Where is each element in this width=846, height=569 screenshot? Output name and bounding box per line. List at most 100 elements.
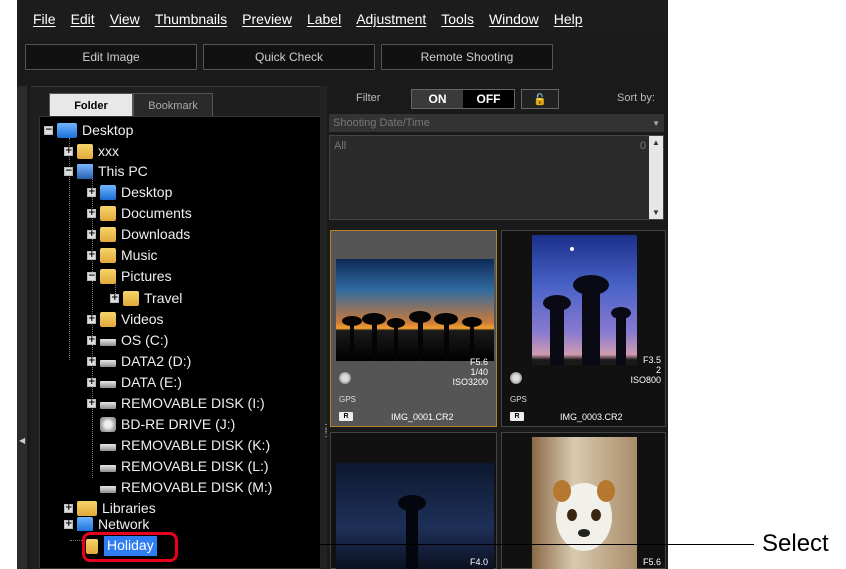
- tree-item-label: Pictures: [121, 268, 172, 284]
- filter-off-button[interactable]: OFF: [463, 90, 514, 108]
- aperture-value: F4.0: [469, 557, 488, 567]
- folder-icon: [100, 226, 116, 242]
- lock-icon: 🔓: [533, 93, 547, 106]
- expand-icon[interactable]: +: [64, 503, 73, 513]
- menu-file[interactable]: File: [33, 11, 56, 27]
- tree-item-label: DATA (E:): [121, 374, 182, 390]
- expand-icon[interactable]: +: [87, 356, 96, 366]
- thumbnail-night[interactable]: F4.0: [330, 432, 497, 569]
- menu-window[interactable]: Window: [489, 11, 539, 27]
- tree-item-label: Downloads: [121, 226, 191, 242]
- tree-item-desktop[interactable]: + Desktop: [87, 182, 172, 202]
- expand-icon[interactable]: +: [64, 519, 73, 529]
- list-item[interactable]: All 0: [334, 140, 646, 152]
- tree-item-removable-m[interactable]: REMOVABLE DISK (M:): [100, 477, 272, 497]
- aperture-value: F5.6: [642, 557, 661, 567]
- tree-item-label: Travel: [144, 290, 183, 306]
- menu-preview[interactable]: Preview: [242, 11, 292, 27]
- tree-item-bd-re[interactable]: BD-RE DRIVE (J:): [100, 414, 235, 434]
- left-collapse-handle[interactable]: ◀: [17, 86, 27, 569]
- expand-icon[interactable]: +: [64, 146, 73, 156]
- shooting-date-dropdown[interactable]: Shooting Date/Time ▼: [329, 114, 664, 132]
- scroll-down-icon: ▼: [652, 208, 660, 217]
- settings-wheel-icon: [339, 372, 351, 384]
- tree-item-this-pc[interactable]: − This PC: [64, 161, 148, 181]
- tree-item-data-e[interactable]: + DATA (E:): [87, 372, 182, 392]
- raw-badge: R: [339, 412, 353, 421]
- menu-edit[interactable]: Edit: [71, 11, 95, 27]
- quick-check-button[interactable]: Quick Check: [203, 44, 375, 70]
- tree-item-removable-k[interactable]: REMOVABLE DISK (K:): [100, 435, 270, 455]
- collapse-icon[interactable]: −: [87, 271, 96, 281]
- remote-shooting-button[interactable]: Remote Shooting: [381, 44, 553, 70]
- collapse-icon[interactable]: −: [44, 125, 53, 135]
- tree-item-travel[interactable]: + Travel: [110, 288, 182, 308]
- chevron-down-icon: ▼: [652, 118, 660, 128]
- filter-lock-button[interactable]: 🔓: [521, 89, 559, 109]
- expand-icon[interactable]: +: [87, 229, 96, 239]
- tree-item-desktop-root[interactable]: − Desktop: [44, 120, 133, 140]
- tree-item-label: BD-RE DRIVE (J:): [121, 416, 236, 432]
- thumbnail-img-0003[interactable]: F3.5 2 ISO800 GPS R IMG_0003.CR2: [501, 230, 666, 427]
- list-scrollbar[interactable]: ▲ ▼: [649, 136, 663, 219]
- baobab-silhouette: [342, 311, 482, 361]
- drive-icon: [100, 359, 116, 367]
- expand-icon[interactable]: +: [87, 398, 96, 408]
- expand-icon[interactable]: +: [87, 314, 96, 324]
- list-item-count: 0: [639, 140, 646, 152]
- thumbnail-photo: [532, 235, 637, 365]
- edit-image-button[interactable]: Edit Image: [25, 44, 197, 70]
- filter-toggle: ON OFF: [411, 89, 515, 109]
- tree-item-removable-i[interactable]: + REMOVABLE DISK (I:): [87, 393, 265, 413]
- drive-icon: [100, 338, 116, 346]
- menu-tools[interactable]: Tools: [441, 11, 474, 27]
- baobab-silhouette: [543, 247, 631, 365]
- collapse-icon[interactable]: −: [64, 166, 73, 176]
- tree-item-label: OS (C:): [121, 332, 169, 348]
- toolbar: Edit Image Quick Check Remote Shooting: [25, 44, 553, 70]
- scroll-up-icon: ▲: [652, 138, 660, 147]
- tree-item-data2[interactable]: + DATA2 (D:): [87, 351, 191, 371]
- collapse-arrow-icon: ◀: [19, 436, 26, 445]
- tree-item-libraries[interactable]: + Libraries: [64, 498, 156, 518]
- tree-item-label: REMOVABLE DISK (I:): [121, 395, 265, 411]
- tree-item-os-c[interactable]: + OS (C:): [87, 330, 168, 350]
- tree-item-music[interactable]: + Music: [87, 245, 158, 265]
- gps-label: GPS: [510, 395, 527, 404]
- dropdown-value: Shooting Date/Time: [333, 117, 430, 129]
- libraries-icon: [77, 500, 97, 516]
- drive-icon: [100, 464, 116, 472]
- filter-listbox[interactable]: All 0 ▲ ▼: [329, 135, 664, 220]
- tree-item-downloads[interactable]: + Downloads: [87, 224, 190, 244]
- filter-on-button[interactable]: ON: [412, 90, 463, 108]
- tree-item-label: xxx: [98, 143, 119, 159]
- expand-icon[interactable]: +: [87, 208, 96, 218]
- drive-icon: [100, 443, 116, 451]
- tree-item-pictures[interactable]: − Pictures: [87, 266, 172, 286]
- desktop-icon: [57, 122, 77, 138]
- tree-item-xxx[interactable]: + xxx: [64, 141, 119, 161]
- folder-icon: [100, 184, 116, 200]
- expand-icon[interactable]: +: [87, 335, 96, 345]
- tree-item-documents[interactable]: + Documents: [87, 203, 192, 223]
- thumbnail-photo: [532, 437, 637, 569]
- thumbnail-img-0001[interactable]: F5.6 1/40 ISO3200 GPS R IMG_0001.CR2: [330, 230, 497, 427]
- menu-view[interactable]: View: [110, 11, 140, 27]
- thumbnail-lemur[interactable]: F5.6: [501, 432, 666, 569]
- menu-thumbnails[interactable]: Thumbnails: [155, 11, 227, 27]
- expand-icon[interactable]: +: [87, 377, 96, 387]
- tree-item-removable-l[interactable]: REMOVABLE DISK (L:): [100, 456, 269, 476]
- menu-label[interactable]: Label: [307, 11, 341, 27]
- aperture-value: F3.5: [642, 355, 661, 365]
- menu-adjustment[interactable]: Adjustment: [356, 11, 426, 27]
- expand-icon[interactable]: +: [110, 293, 119, 303]
- tree-item-videos[interactable]: + Videos: [87, 309, 164, 329]
- tree-item-label: Desktop: [82, 122, 134, 138]
- user-folder-icon: [77, 143, 93, 159]
- menu-help[interactable]: Help: [554, 11, 583, 27]
- expand-icon[interactable]: +: [87, 250, 96, 260]
- tree-item-network[interactable]: + Network: [64, 517, 149, 531]
- folder-icon: [100, 268, 116, 284]
- expand-icon[interactable]: +: [87, 187, 96, 197]
- drive-icon: [100, 485, 116, 493]
